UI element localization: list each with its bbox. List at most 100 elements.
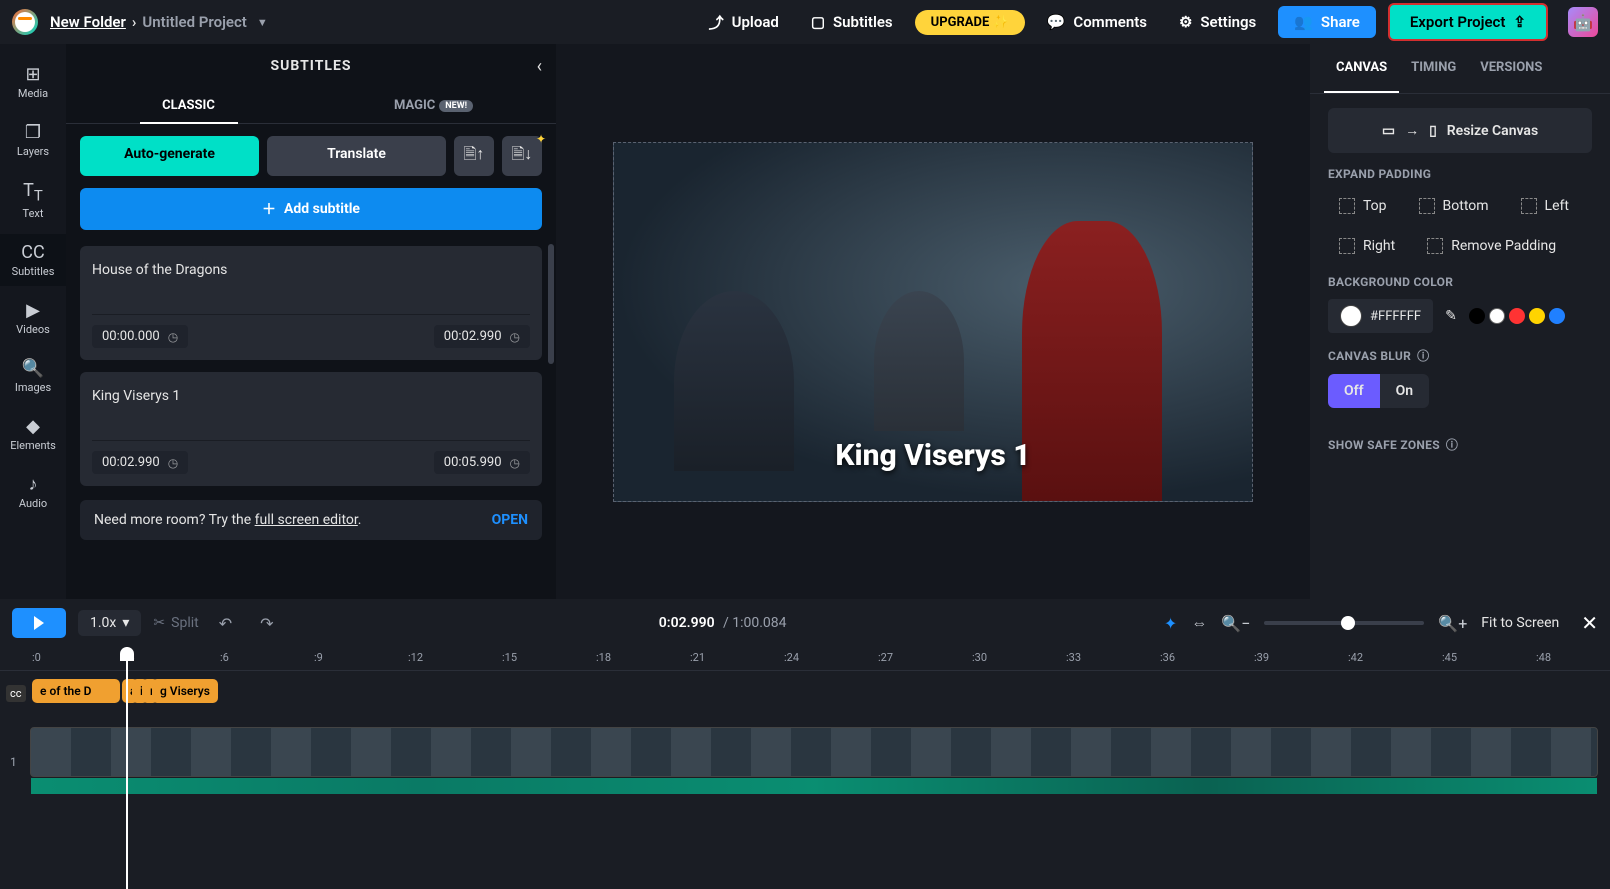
scrollbar[interactable] [548,244,554,364]
blur-off-button[interactable]: Off [1328,374,1380,408]
end-time-input[interactable]: 00:05.990 ◷ [434,451,530,474]
upload-srt-button[interactable]: 🗎↑ [454,136,494,176]
collapse-icon[interactable]: ‹ [537,56,542,77]
breadcrumb-folder[interactable]: New Folder [50,13,126,31]
upload-button[interactable]: ⤴ Upload [699,6,789,39]
share-button[interactable]: 👥 Share [1278,6,1376,38]
download-srt-button[interactable]: 🗎↓ [502,136,542,176]
resize-canvas-button[interactable]: ▭ → ▯ Resize Canvas [1328,108,1592,153]
full-screen-editor-link[interactable]: full screen editor [255,512,358,528]
comment-icon: 💬 [1047,13,1066,31]
zoom-slider[interactable] [1264,621,1424,625]
end-time-value: 00:05.990 [444,455,502,470]
rail-subtitles[interactable]: CCSubtitles [0,234,66,286]
rail-media-label: Media [18,87,48,100]
subtitle-chip[interactable]: g Viserys [152,679,218,703]
export-button[interactable]: Export Project ⇪ [1388,3,1548,41]
rail-videos[interactable]: ▶Videos [0,292,66,344]
rail-text[interactable]: TTText [0,172,66,228]
safe-zones-text: SHOW SAFE ZONES [1328,438,1440,452]
right-panel: CANVAS TIMING VERSIONS ▭ → ▯ Resize Canv… [1310,44,1610,599]
subtitle-entry[interactable]: House of the Dragons 00:00.000◷ 00:02.99… [80,246,542,360]
rail-images[interactable]: 🔍Images [0,350,66,402]
play-button[interactable] [12,608,66,638]
video-preview[interactable]: King Viserys 1 [613,142,1253,502]
portrait-icon: ▯ [1429,123,1437,139]
rail-elements[interactable]: ◆Elements [0,408,66,460]
subtitle-text-input[interactable]: King Viserys 1 [92,384,530,426]
rail-audio[interactable]: ♪Audio [0,466,66,518]
rail-images-label: Images [15,381,51,394]
bgcolor-input[interactable]: #FFFFFF [1328,299,1433,333]
tab-magic[interactable]: MAGICNEW! [311,88,556,123]
swatch-black[interactable] [1469,308,1485,324]
playhead[interactable] [126,647,128,889]
zoom-in-icon[interactable]: 🔍+ [1438,614,1467,633]
snap-icon[interactable]: ✦ [1164,614,1177,633]
rail-media[interactable]: ⊞Media [0,56,66,108]
start-time-input[interactable]: 00:00.000◷ [92,325,188,348]
expand-padding-label: EXPAND PADDING [1328,167,1592,181]
rail-audio-label: Audio [19,497,47,510]
settings-button[interactable]: ⚙ Settings [1169,7,1266,37]
swatch-blue[interactable] [1549,308,1565,324]
subtitle-chip[interactable]: e of the D [32,679,120,703]
pad-bottom-button[interactable]: Bottom [1408,191,1500,221]
comments-button[interactable]: 💬 Comments [1037,7,1157,37]
swatch-yellow[interactable] [1529,308,1545,324]
bgcolor-row: #FFFFFF ✎ [1328,299,1592,333]
fit-to-screen-button[interactable]: Fit to Screen [1481,615,1559,631]
start-time-input[interactable]: 00:02.990◷ [92,451,188,474]
chevron-down-icon[interactable]: ▼ [257,16,268,29]
close-icon[interactable]: ✕ [1581,611,1598,635]
tab-classic[interactable]: CLASSIC [66,88,311,123]
split-vert-icon[interactable]: ⇔ [1191,613,1207,633]
speed-selector[interactable]: 1.0x▾ [78,610,141,636]
subtitles-button[interactable]: ▢ Subtitles [801,7,903,37]
clock-icon: ◷ [510,456,520,470]
swatch-white[interactable] [1489,308,1505,324]
blur-on-button[interactable]: On [1380,374,1429,408]
pad-left-button[interactable]: Left [1510,191,1580,221]
current-time: 0:02.990 [659,615,715,631]
subtitle-overlay: King Viserys 1 [614,438,1252,473]
pad-top-button[interactable]: Top [1328,191,1398,221]
rail-subtitles-label: Subtitles [12,265,55,278]
redo-button[interactable]: ↷ [252,610,281,637]
time-ruler[interactable]: :0:3:6:9:12:15:18:21:24:27:30:33:36:39:4… [0,647,1610,671]
swatch-red[interactable] [1509,308,1525,324]
rail-layers[interactable]: ❐Layers [0,114,66,166]
tab-canvas[interactable]: CANVAS [1324,44,1399,93]
timeline-controls: 1.0x▾ ✂Split ↶ ↷ 0:02.990 / 1:00.084 ✦ ⇔… [0,599,1610,647]
pad-right-button[interactable]: Right [1328,231,1406,261]
add-subtitle-button[interactable]: ＋ Add subtitle [80,188,542,230]
translate-button[interactable]: Translate [267,136,446,176]
layers-icon: ❐ [25,122,41,143]
end-time-input[interactable]: 00:02.990◷ [434,325,530,348]
open-button[interactable]: OPEN [492,512,528,528]
auto-generate-button[interactable]: Auto-generate [80,136,259,176]
tab-versions[interactable]: VERSIONS [1468,44,1554,93]
undo-button[interactable]: ↶ [211,610,240,637]
subtitle-text-input[interactable]: House of the Dragons [92,258,530,300]
avatar[interactable]: 🤖 [1568,7,1598,37]
subtitle-track[interactable]: cc e of the D a i r g Viserys [0,679,1610,719]
ruler-tick: :0 [32,651,41,664]
breadcrumb: New Folder › Untitled Project ▼ [50,13,268,31]
upgrade-button[interactable]: UPGRADE ✨ [915,10,1025,35]
app-logo[interactable] [12,9,38,35]
info-icon[interactable]: ⓘ [1446,436,1458,453]
breadcrumb-project[interactable]: Untitled Project [142,13,246,31]
zoom-out-icon[interactable]: 🔍− [1221,614,1250,633]
split-button[interactable]: ✂Split [153,615,198,631]
remove-padding-button[interactable]: Remove Padding [1416,231,1567,261]
rail-videos-label: Videos [16,323,50,336]
tab-timing[interactable]: TIMING [1399,44,1468,93]
eyedropper-icon[interactable]: ✎ [1445,308,1457,324]
info-icon[interactable]: ⓘ [1417,347,1429,364]
full-screen-hint: Need more room? Try the full screen edit… [80,500,542,540]
video-track[interactable]: 1 [0,727,1610,797]
video-clip[interactable] [30,727,1598,777]
subtitle-entry[interactable]: King Viserys 1 00:02.990◷ 00:05.990 ◷ [80,372,542,486]
share-label: Share [1321,13,1360,31]
